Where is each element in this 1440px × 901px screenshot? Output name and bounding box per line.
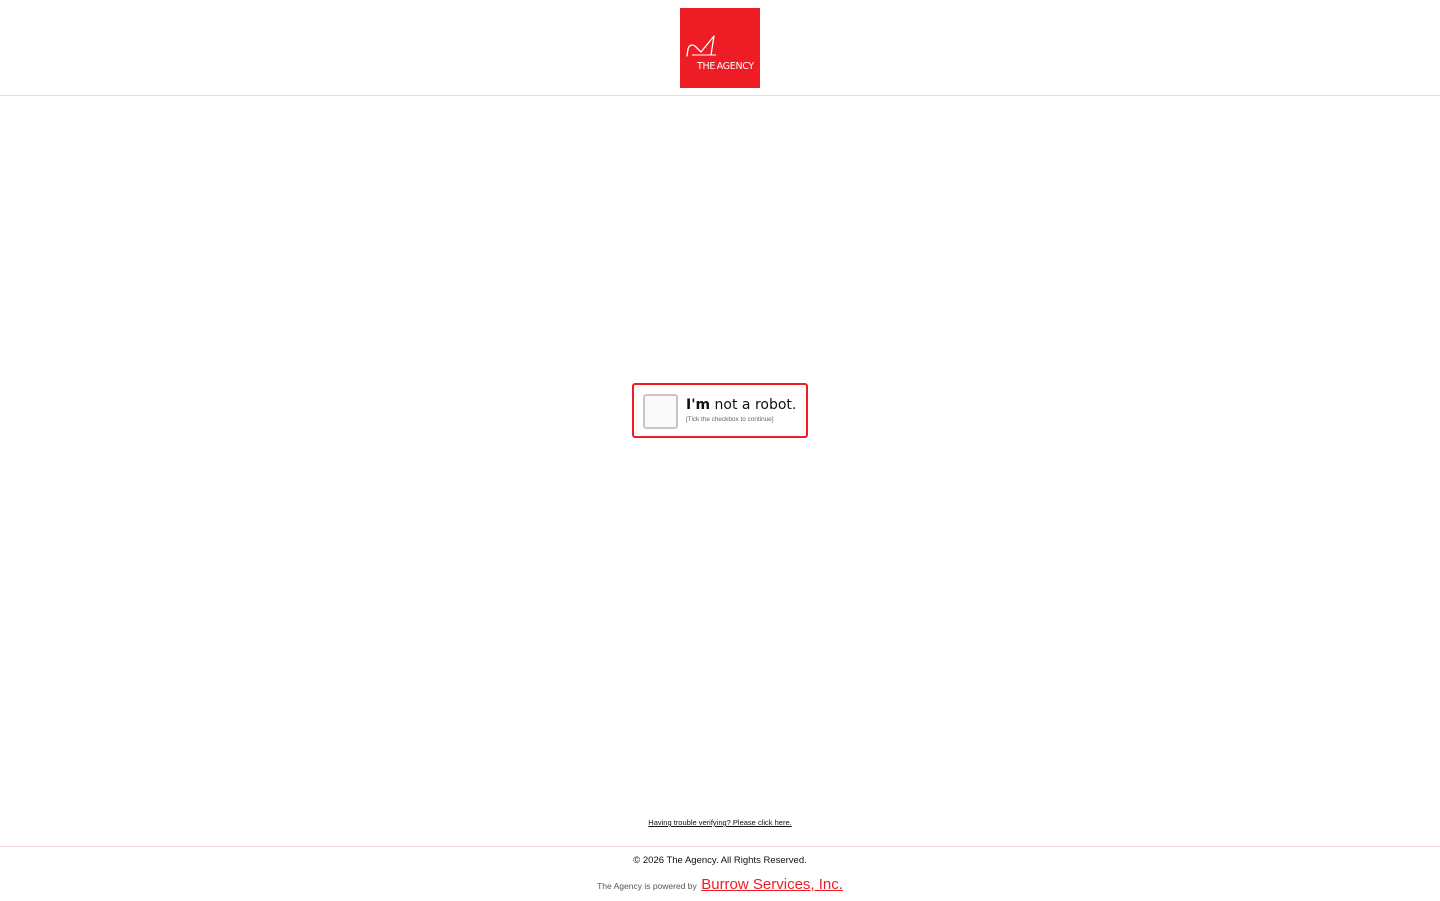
- header: THE AGENCY: [0, 0, 1440, 96]
- powered-by-text: The Agency is powered by: [597, 881, 697, 891]
- footer: © 2026 The Agency. All Rights Reserved. …: [0, 846, 1440, 901]
- captcha-title: I'm not a robot.: [686, 397, 796, 413]
- captcha-widget: I'm not a robot. [Tick the checkbox to c…: [632, 383, 808, 438]
- copyright-text: © 2026 The Agency. All Rights Reserved.: [633, 855, 807, 866]
- captcha-title-bold: I'm: [686, 397, 711, 413]
- trouble-verifying-link[interactable]: Having trouble verifying? Please click h…: [0, 818, 1440, 827]
- burrow-services-link[interactable]: Burrow Services, Inc.: [701, 876, 843, 893]
- the-agency-logo[interactable]: THE AGENCY: [680, 8, 760, 88]
- captcha-title-rest: not a robot.: [710, 397, 797, 413]
- captcha-subtitle: [Tick the checkbox to continue]: [686, 416, 774, 423]
- not-a-robot-checkbox[interactable]: [643, 394, 678, 429]
- logo-wordmark: THE AGENCY: [697, 61, 754, 72]
- powered-by-line: The Agency is powered by Burrow Services…: [0, 876, 1440, 894]
- agency-mark-icon: [686, 35, 716, 57]
